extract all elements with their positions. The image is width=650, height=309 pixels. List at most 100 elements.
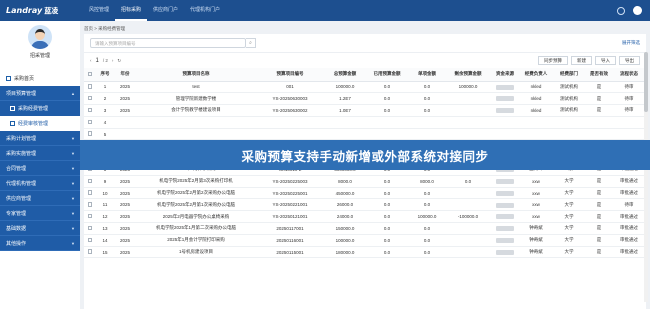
table-cell: 0.0 [366,246,408,259]
notification-icon[interactable] [617,6,625,15]
row-checkbox[interactable] [84,234,96,247]
export-button[interactable]: 导出 [619,56,640,65]
row-checkbox[interactable] [84,116,96,129]
sidebar-item-funding-management[interactable]: 采购经费管理 [0,101,80,116]
sidebar-group-expert[interactable]: 专家管理 ▼ [0,206,80,221]
sidebar-group-supplier[interactable]: 供应商管理 ▼ [0,191,80,206]
expand-filter-link[interactable]: 展开筛选 [622,40,640,46]
table-row[interactable]: 1 2025 test 001 100000.0 0.0 0.0 100000.0 nkled 测… [84,81,646,94]
column-header[interactable]: 是否有效 [586,68,612,82]
new-button[interactable]: 新建 [571,56,592,65]
redacted-value [496,237,514,243]
table-cell: -100000.0 [446,210,490,224]
sidebar-item-home[interactable]: 采购首页 [0,71,80,86]
table-row[interactable]: 5 [84,128,646,141]
sidebar-group-budget[interactable]: 项目预算管理 ▲ [0,86,80,101]
sidebar-group-other[interactable]: 其他操作 ▼ [0,236,80,251]
chevron-right-icon[interactable]: › [112,58,114,63]
row-checkbox[interactable] [84,210,96,224]
scrollbar-thumb[interactable] [644,52,648,112]
table-row[interactable]: 13 2025 机电学院2025年1月第二次采购办公电脑 20250117001 150… [84,222,646,235]
table-row[interactable]: 15 2025 1号机房建设项目 20250115001 180000.0 0.0 0.0 钟… [84,246,646,259]
import-button[interactable]: 导入 [595,56,616,65]
profile: 招采管理 [0,21,80,71]
table-cell: 0.0 [366,81,408,94]
row-checkbox[interactable] [84,198,96,212]
select-all-checkbox[interactable] [84,68,96,82]
row-checkbox[interactable] [84,187,96,200]
table-row[interactable]: 9 2025 机电学院2025年2月第3次采购打印机 YS-20250225003 80… [84,175,646,188]
table-cell: 0.0 [366,234,408,247]
scrollbar[interactable] [644,52,648,302]
column-header[interactable]: 预算项目编号 [256,68,324,82]
table-row[interactable]: 12 2025 2025年2月电器学院办公桌椅采购 YS-20250121001 240… [84,210,646,224]
table-cell: 1.2E7 [324,92,366,106]
sidebar-group-implementation[interactable]: 采购实施管理 ▼ [0,146,80,161]
table-cell: 大学 [552,175,586,188]
column-header[interactable]: 剩余预算金额 [446,68,490,82]
column-header[interactable]: 预算项目名称 [136,68,256,82]
search-input[interactable] [90,38,246,48]
table-cell: 15 [96,246,114,259]
sidebar-group-basic-data[interactable]: 基础数据 ▼ [0,221,80,236]
column-header[interactable]: 单项金额 [408,68,446,82]
table-cell: nkled [520,81,552,94]
sidebar-group-agency[interactable]: 代理机构管理 ▼ [0,176,80,191]
sidebar-item-funding-review[interactable]: 经费审核管理 [0,116,80,131]
sidebar-group-plan[interactable]: 采购计划管理 ▼ [0,131,80,146]
table-row[interactable]: 11 2025 机电学院2025年2月第1次采购办公电脑 YS-20250221001… [84,198,646,212]
row-checkbox[interactable] [84,128,96,141]
nav-supplier-portal[interactable]: 供应商门户 [147,0,184,21]
table-cell: 1号机房建设项目 [136,246,256,259]
refresh-icon[interactable]: ↻ [117,58,121,64]
table-row[interactable]: 4 [84,116,646,129]
table-cell: 8000.0 [324,175,366,188]
table-cell: YS-20250630002 [256,104,324,117]
user-avatar[interactable] [633,6,642,15]
table-cell: 是 [586,187,612,200]
table-row[interactable]: 14 2025 2025年1月会计学院打印采购 20250116001 100000.0… [84,234,646,247]
table-cell: 1.0E7 [324,104,366,117]
table-cell: 8000.0 [408,175,446,188]
chevron-up-icon: ▲ [71,90,75,96]
table-row[interactable]: 2 2025 管理学院新建数学楼 YS-20250630003 1.2E7 0.0 0.0 n… [84,92,646,106]
nav-risk-control[interactable]: 风控管理 [83,0,115,21]
sidebar-group-label: 代理机构管理 [6,180,37,187]
table-cell [490,104,520,117]
column-header[interactable]: 年份 [114,68,136,82]
row-checkbox[interactable] [84,92,96,106]
nav-procurement[interactable]: 招标采购 [115,0,148,21]
column-header[interactable]: 资金来源 [490,68,520,82]
chevron-left-icon[interactable]: ‹ [90,58,92,63]
table-cell [446,116,490,129]
row-checkbox[interactable] [84,175,96,188]
table-cell [366,116,408,129]
table-cell: 2025 [114,246,136,259]
column-header[interactable]: 总预算金额 [324,68,366,82]
table-cell: 大学 [552,210,586,224]
table-cell [408,128,446,141]
top-nav: 风控管理 招标采购 供应商门户 代理机构门户 [83,0,226,21]
row-checkbox[interactable] [84,104,96,117]
table-row[interactable]: 10 2025 机电学院2025年2月第2次采购办公电脑 YS-20250225001… [84,187,646,200]
table-cell: 0.0 [408,187,446,200]
column-header[interactable]: 流程状态 [612,68,646,82]
row-checkbox[interactable] [84,246,96,259]
column-header[interactable]: 经费负责人 [520,68,552,82]
table-cell: 测试机构 [552,92,586,106]
column-header[interactable]: 经费部门 [552,68,586,82]
table-cell: 9 [96,175,114,188]
table-cell: 0.0 [446,175,490,188]
nav-agency-portal[interactable]: 代理机构门户 [184,0,226,21]
row-checkbox[interactable] [84,81,96,94]
redacted-value [496,249,514,255]
column-header[interactable]: 已用预算金额 [366,68,408,82]
sidebar-group-contract[interactable]: 合同管理 ▼ [0,161,80,176]
table-cell: 是 [586,222,612,235]
table-row[interactable]: 3 2025 会计学院教学楼建设项目 YS-20250630002 1.0E7 0.0 0.… [84,104,646,117]
table-cell: 大学 [552,198,586,212]
search-icon[interactable]: ⌕ [246,38,256,48]
sync-budget-button[interactable]: 同步预算 [538,56,568,65]
table-cell [490,222,520,235]
row-checkbox[interactable] [84,222,96,235]
